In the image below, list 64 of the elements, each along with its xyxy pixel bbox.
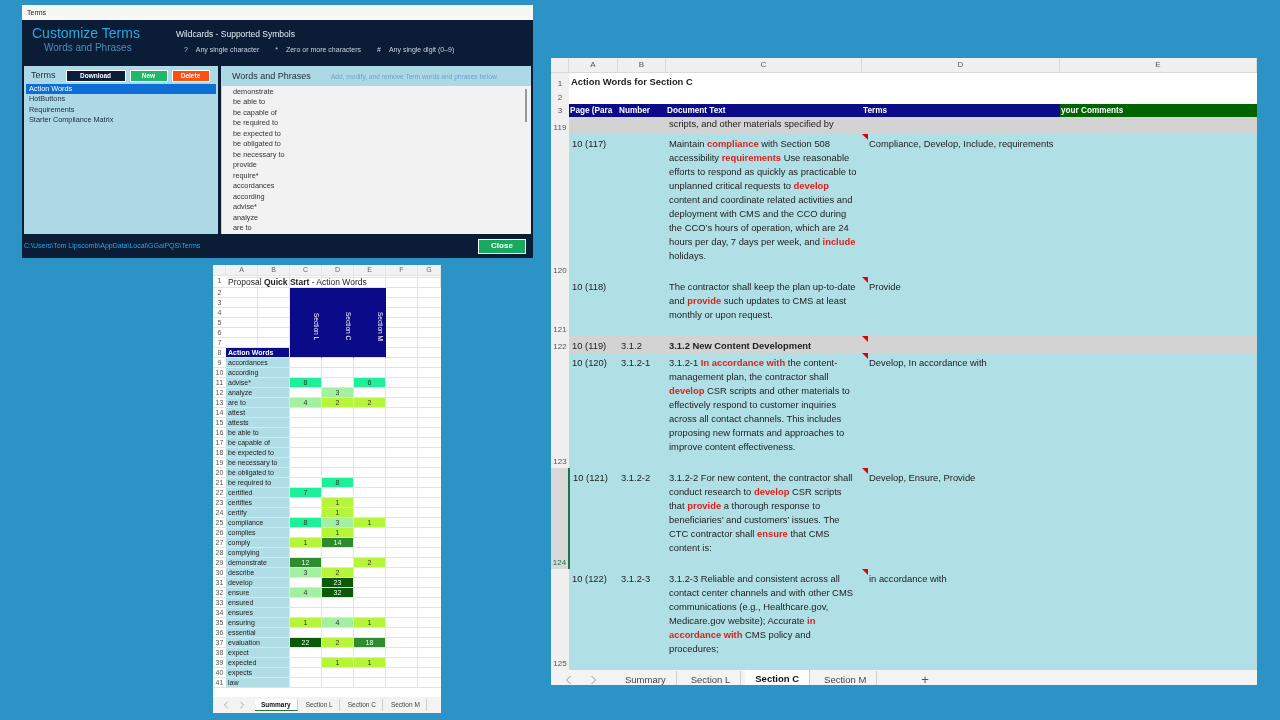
document-text-cell-text: 3.1.2-1 In accordance with the content-management plan, the contractor shall develop CSR scripts and other materials to effectively respond to customer inquiries across all contact channels. This includes proposing new formats and approaches to improve content effectiveness.: [668, 356, 851, 454]
terms-cell: Develop, In accordance with: [869, 357, 987, 368]
row-header[interactable]: 125: [551, 569, 569, 670]
number-cell-text: 3.1.2-1: [620, 356, 652, 370]
page-cell: 10 (121): [569, 468, 618, 569]
document-text-cell-text: Maintain compliance with Section 508 accessibility requirements Use reasonable efforts to respond as quickly as practicable to unplanned critical requests to develop content and coordinate related activities and deployment with CMS and the CCO during the CCO’s hours of operation, which are 24 hours per day, 7 days per week, and include holidays.: [668, 137, 858, 263]
column-header[interactable]: B: [618, 58, 666, 73]
terms-label: Terms: [31, 69, 56, 82]
row-header[interactable]: 120: [551, 134, 569, 277]
add-sheet-button[interactable]: +: [921, 670, 929, 685]
document-text-cell-text: The contractor shall keep the plan up-to-date and provide such updates to CMS at least monthly or upon request.: [668, 280, 857, 322]
column-heading: Page (Para: [569, 104, 618, 117]
document-text-cell-text: 3.1.2 New Content Development: [668, 339, 813, 353]
page-cell-text: 10 (120): [571, 356, 608, 370]
comment-marker-icon[interactable]: [862, 336, 868, 342]
sheet-tab[interactable]: Section L: [680, 670, 742, 685]
number-cell-text: 3.1.2: [620, 339, 643, 353]
page-cell-text: 10 (118): [571, 280, 608, 294]
page-cell-text: 10 (122): [571, 572, 608, 586]
sheet-tab[interactable]: Section M: [814, 670, 878, 685]
chevron-right-icon[interactable]: [590, 674, 597, 685]
row-header[interactable]: 122: [551, 336, 569, 353]
terms-cell: Provide: [869, 281, 901, 292]
words-panel-title: Words and Phrases: [232, 70, 311, 83]
chevron-left-icon[interactable]: [565, 674, 572, 685]
row-header[interactable]: 123: [551, 353, 569, 468]
comment-marker-icon[interactable]: [862, 569, 868, 575]
sheet-tab[interactable]: Summary: [615, 670, 677, 685]
sheet-tab[interactable]: Section C: [745, 670, 811, 685]
row-header[interactable]: 124: [551, 468, 569, 569]
chevron-left-icon[interactable]: [223, 701, 229, 709]
chevron-right-icon[interactable]: [239, 701, 245, 709]
page-cell-text: 10 (117): [571, 137, 608, 151]
dialog-heading: Customize Terms: [32, 25, 140, 41]
row-header[interactable]: 119: [551, 117, 569, 134]
terms-cell: Compliance, Develop, Include, requirements: [869, 138, 1054, 149]
row-header[interactable]: 1: [551, 73, 569, 90]
document-text-cell-text: 3.1.2-3 Reliable and consistent across all contact center channels and with other CMS communications (e.g., Healthcare.gov, Medicare.gov website); Accurate in accordance with CMS policy and procedures;: [668, 572, 854, 656]
page-cell-text: 10 (119): [571, 339, 608, 353]
number-cell-text: 3.1.2-2: [620, 471, 652, 485]
dialog-subheading: Words and Phrases: [43, 41, 133, 54]
select-all-corner[interactable]: [551, 58, 569, 73]
document-text-cell-text: 3.1.2-2 For new content, the contractor shall conduct research to develop CSR scripts that provide a thorough response to beneficiaries’ and customers’ issues. The CTC contractor shall ensure that CMS content is:: [668, 471, 854, 555]
column-header[interactable]: E: [1060, 58, 1257, 73]
comment-marker-icon[interactable]: [862, 277, 868, 283]
column-heading: Document Text: [666, 104, 862, 117]
wildcards-title: Wildcards - Supported Symbols: [175, 28, 296, 41]
row-header[interactable]: 2: [551, 90, 569, 104]
column-header[interactable]: C: [666, 58, 862, 73]
select-all-corner[interactable]: [213, 265, 226, 276]
terms-cell: in accordance with: [869, 573, 947, 584]
column-header[interactable]: D: [862, 58, 1060, 73]
document-text-cell-text: scripts, and other materials specified by: [668, 117, 835, 131]
column-heading: your Comments: [1060, 104, 1257, 117]
column-header[interactable]: A: [569, 58, 618, 73]
number-cell-text: 3.1.2-3: [620, 572, 652, 586]
scrollbar-thumb[interactable]: [525, 88, 527, 122]
comment-marker-icon[interactable]: [862, 468, 868, 474]
column-heading: Terms: [862, 104, 1060, 117]
terms-cell: Develop, Ensure, Provide: [869, 472, 976, 483]
sheet-title: Action Words for Section C: [570, 75, 694, 89]
row-header[interactable]: 121: [551, 277, 569, 336]
column-heading: Number: [618, 104, 666, 117]
row-header[interactable]: 3: [551, 104, 569, 117]
